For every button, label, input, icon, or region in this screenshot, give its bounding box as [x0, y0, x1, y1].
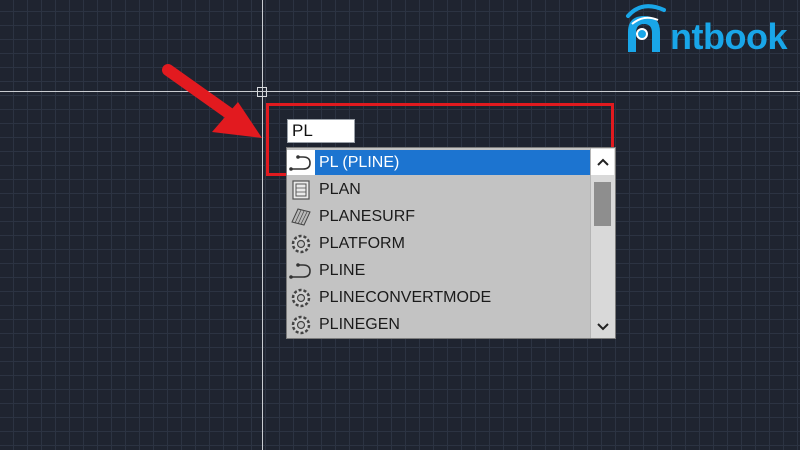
scroll-down-button[interactable]	[591, 318, 614, 336]
polyline-icon	[287, 257, 315, 284]
command-input[interactable]: PL	[287, 119, 355, 143]
list-item-pl-pline[interactable]: PL (PLINE)	[287, 149, 590, 176]
logo-text: ntbook	[670, 16, 787, 57]
gear-icon	[287, 284, 315, 311]
list-item-label: PL (PLINE)	[315, 150, 590, 175]
list-scrollbar[interactable]	[590, 148, 615, 338]
list-item-label: PLINECONVERTMODE	[319, 288, 492, 306]
plan-icon	[287, 176, 315, 203]
planar-surface-icon	[287, 203, 315, 230]
scroll-thumb[interactable]	[594, 182, 611, 226]
list-item-plineconvertmode[interactable]: PLINECONVERTMODE	[287, 284, 590, 311]
crosshair-horizontal	[0, 91, 800, 92]
list-item-label: PLANESURF	[319, 207, 416, 225]
list-item-plinegen[interactable]: PLINEGEN	[287, 311, 590, 338]
list-item-pline[interactable]: PLINE	[287, 257, 590, 284]
chevron-down-icon	[596, 323, 609, 331]
chevron-up-icon	[596, 158, 609, 166]
list-item-label: PLINE	[319, 261, 366, 279]
autocomplete-list: PL (PLINE) PLAN PLANESURF PLATFORM PLINE…	[286, 147, 616, 339]
list-item-planesurf[interactable]: PLANESURF	[287, 203, 590, 230]
gear-icon	[287, 230, 315, 257]
list-item-label: PLINEGEN	[319, 315, 400, 333]
scroll-up-button[interactable]	[591, 149, 614, 175]
polyline-icon	[287, 150, 315, 175]
gear-icon	[287, 311, 315, 338]
list-item-label: PLATFORM	[319, 234, 405, 252]
brand-logo: ntbook	[620, 2, 800, 62]
list-item-platform[interactable]: PLATFORM	[287, 230, 590, 257]
red-arrow-icon	[162, 64, 262, 138]
list-item-label: PLAN	[319, 180, 361, 198]
list-item-plan[interactable]: PLAN	[287, 176, 590, 203]
